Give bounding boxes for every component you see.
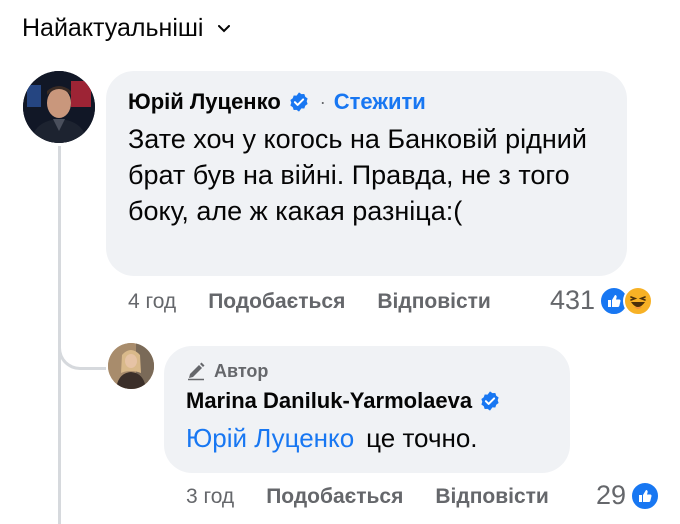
reply-bubble: Автор Marina Daniluk-Yarmolaeva Юрій Луц… [164,346,570,473]
avatar[interactable] [23,71,95,143]
reply-reaction-summary[interactable]: 29 [596,480,661,511]
chevron-down-icon [217,22,231,36]
reaction-count: 29 [596,480,627,510]
mention-link[interactable]: Юрій Луценко [186,423,354,453]
verified-icon [479,390,501,412]
like-reaction-icon [630,480,661,511]
comment-timestamp[interactable]: 4 год [128,290,176,314]
reply-text: Юрій Луценко це точно. [186,422,570,454]
sort-dropdown[interactable]: Найактуальніші [22,14,231,43]
reply-author-name[interactable]: Marina Daniluk-Yarmolaeva [186,388,472,414]
reply-connector [58,330,106,370]
sort-label: Найактуальніші [22,14,204,42]
comment-author-name[interactable]: Юрій Луценко [128,89,281,115]
follow-button[interactable]: Стежити [334,89,426,115]
comment-bubble: Юрій Луценко · Стежити Зате хоч у когось… [106,71,627,276]
reply-button[interactable]: Відповісти [377,290,490,314]
like-button[interactable]: Подобається [208,290,345,314]
comment-text: Зате хоч у когось на Банковій рідний бра… [128,124,587,226]
pencil-icon [186,361,206,381]
reply-button[interactable]: Відповісти [435,485,548,509]
comment-actions: 4 год Подобається Відповісти [128,290,523,314]
reply-body: це точно. [366,423,478,453]
reaction-summary[interactable]: 431 [550,285,654,316]
verified-icon [288,91,310,113]
reply-timestamp[interactable]: 3 год [186,485,234,509]
like-button[interactable]: Подобається [266,485,403,509]
separator-dot: · [319,92,326,112]
reply-actions: 3 год Подобається Відповісти [186,485,581,509]
author-badge-label: Автор [214,360,269,381]
author-badge: Автор [186,360,570,382]
reply-avatar[interactable] [108,343,154,389]
haha-reaction-icon [623,285,654,316]
reaction-count: 431 [550,285,596,315]
